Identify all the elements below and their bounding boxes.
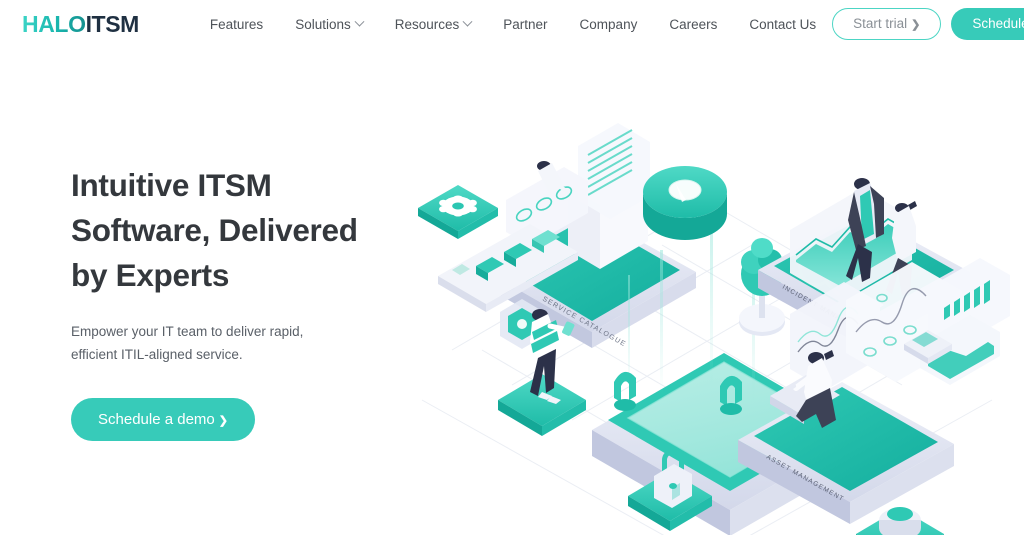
page-title: Intuitive ITSM Software, Delivered by Ex… <box>71 163 401 298</box>
header-actions: Start trial❯ Schedule a demo❯ <box>832 8 1024 40</box>
nav-item-careers[interactable]: Careers <box>653 11 733 38</box>
nav-label: Careers <box>669 16 718 32</box>
hero-copy: Intuitive ITSM Software, Delivered by Ex… <box>71 163 401 441</box>
logo-text-halo: HALO <box>22 10 86 37</box>
hero-cta-label: Schedule a demo <box>98 411 215 428</box>
hero-title-line-3: by Experts <box>71 257 230 293</box>
hero-title-line-2: Software, Delivered <box>71 212 358 248</box>
nav-item-contact-us[interactable]: Contact Us <box>733 11 832 38</box>
nav-label: Resources <box>394 16 460 32</box>
schedule-demo-button-header[interactable]: Schedule a demo❯ <box>951 8 1024 40</box>
nav-item-partner[interactable]: Partner <box>487 11 563 38</box>
hero-illustration: SERVICE CATALOGUE INCIDENT ASSET MANAGEM… <box>392 100 1024 535</box>
nav-item-solutions[interactable]: Solutions <box>279 11 379 38</box>
isometric-itsm-scene: SERVICE CATALOGUE INCIDENT ASSET MANAGEM… <box>418 123 1010 535</box>
logo-text-itsm: ITSM <box>85 10 140 37</box>
chevron-down-icon <box>462 16 473 27</box>
service-catalogue-platform: SERVICE CATALOGUE <box>418 123 696 349</box>
brand-logo[interactable]: HALO ITSM <box>22 11 139 38</box>
torus-icon <box>643 166 727 240</box>
chevron-right-icon: ❯ <box>911 19 921 31</box>
schedule-demo-label: Schedule a demo <box>972 16 1024 31</box>
nav-item-resources[interactable]: Resources <box>379 11 488 38</box>
nav-label: Contact Us <box>749 16 817 32</box>
gear-icon-tile <box>418 185 498 239</box>
nav-label: Partner <box>503 16 548 32</box>
hero-subtitle: Empower your IT team to deliver rapid, e… <box>71 324 304 362</box>
main-navigation: Features Solutions Resources Partner Com… <box>194 11 832 38</box>
site-header: HALO ITSM Features Solutions Resources Pa… <box>0 0 1024 48</box>
chevron-right-icon: ❯ <box>218 415 228 427</box>
nav-item-company[interactable]: Company <box>564 11 654 38</box>
start-trial-label: Start trial <box>853 16 908 31</box>
hero-title-line-1: Intuitive ITSM <box>71 167 272 203</box>
schedule-demo-button-hero[interactable]: Schedule a demo ❯ <box>71 398 255 441</box>
chevron-down-icon <box>354 16 365 27</box>
start-trial-button[interactable]: Start trial ❯ <box>832 8 942 40</box>
nav-item-features[interactable]: Features <box>194 11 279 38</box>
nav-label: Features <box>209 16 264 32</box>
page-root: HALO ITSM Features Solutions Resources Pa… <box>0 0 1024 535</box>
nav-label: Company <box>579 16 638 32</box>
nav-label: Solutions <box>295 16 351 32</box>
